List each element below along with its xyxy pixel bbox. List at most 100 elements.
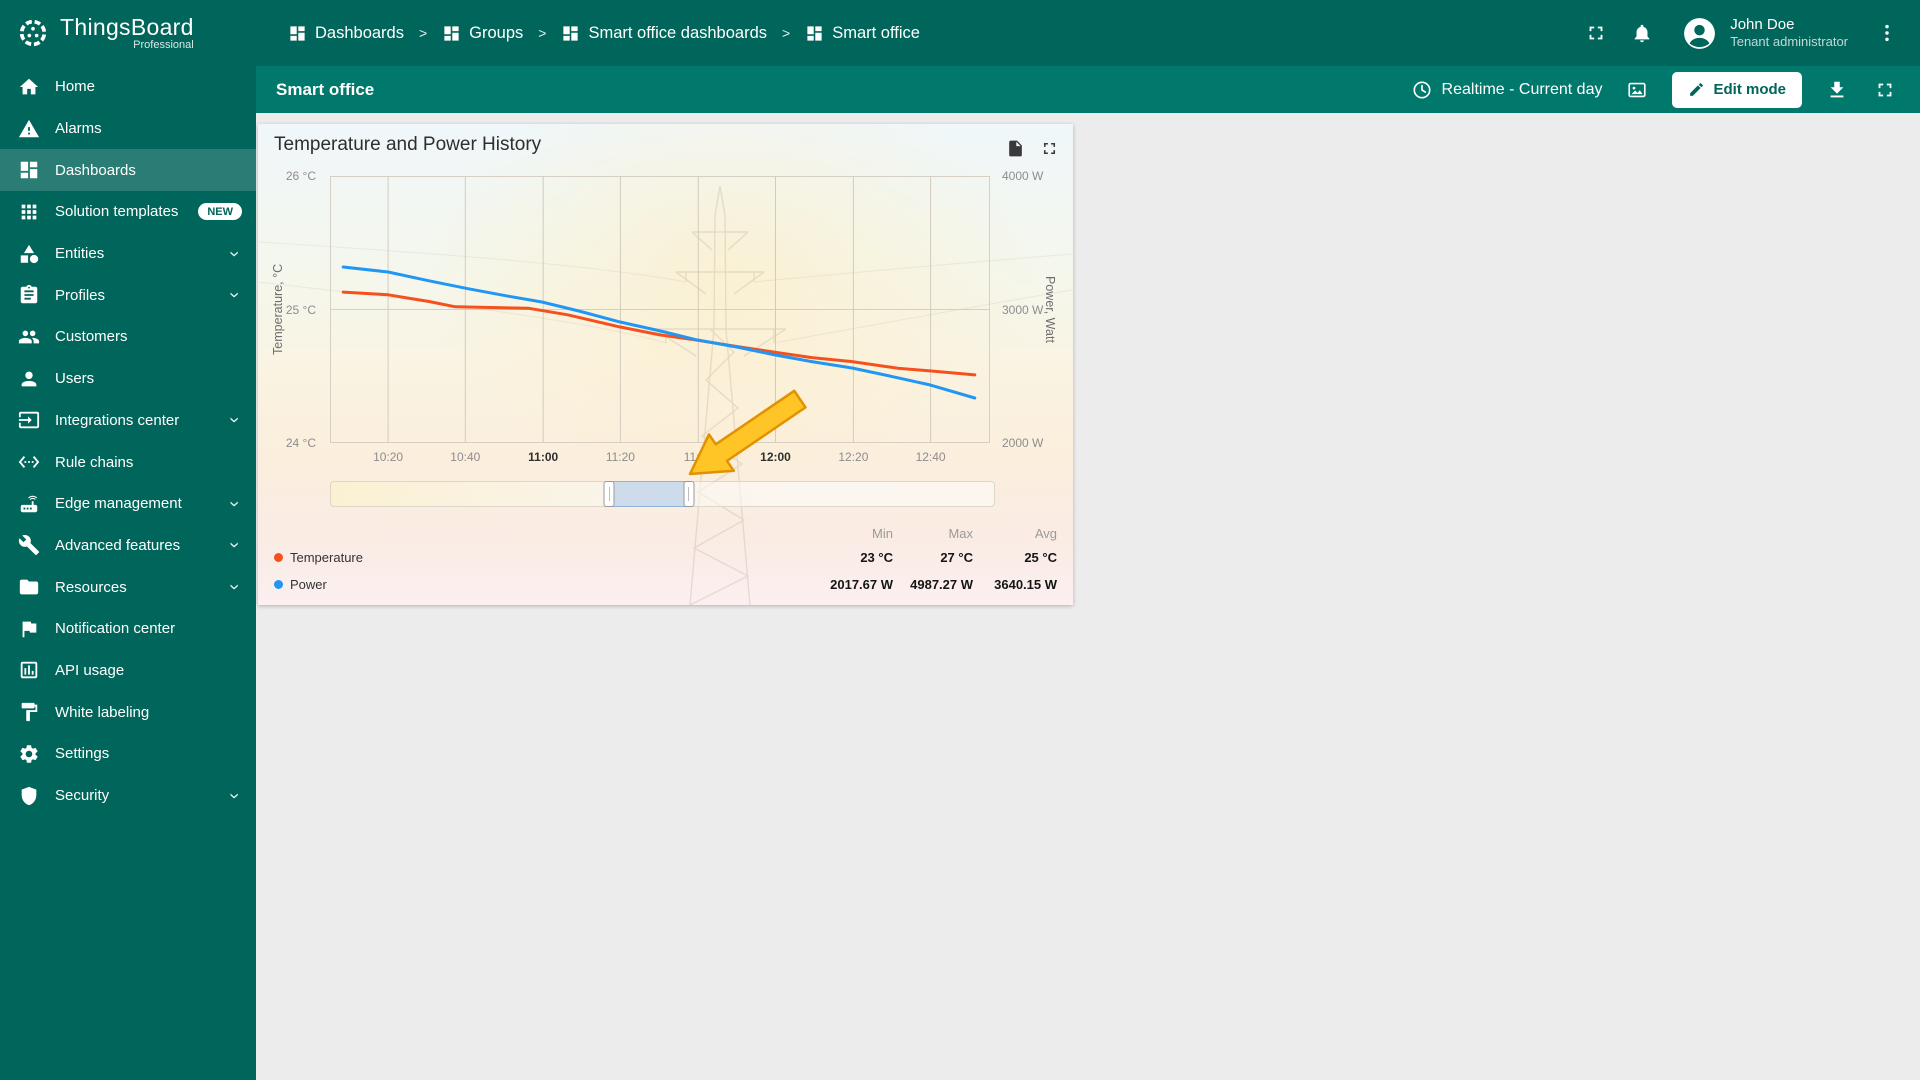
- y-tick-label: 2000 W: [1002, 436, 1044, 450]
- widget-export-button[interactable]: [1006, 139, 1025, 158]
- dashboards-icon: [290, 25, 305, 41]
- notifications-button[interactable]: [1629, 20, 1655, 46]
- chevron-down-icon: ›: [225, 542, 245, 549]
- user-menu[interactable]: John Doe Tenant administrator: [1681, 15, 1848, 52]
- slider-handle-left[interactable]: [603, 481, 615, 507]
- stats-header-min: Min: [872, 525, 893, 541]
- chevron-down-icon: ›: [225, 250, 245, 257]
- app-edition: Professional: [133, 39, 194, 52]
- solution-templates-icon: [21, 204, 37, 220]
- download-button[interactable]: [1824, 77, 1850, 103]
- y-axis-right-title: Power, Watt: [1043, 276, 1057, 343]
- notification-center-icon: [22, 621, 37, 638]
- y-tick-label: 24 °C: [285, 436, 316, 450]
- sidebar-item-users[interactable]: Users: [0, 358, 256, 400]
- x-tick-label: 10:40: [450, 450, 481, 464]
- users-icon: [21, 371, 37, 386]
- x-tick-label: 12:00: [760, 450, 791, 464]
- chart-plot-area: 10:20 10:40 11:00 11:20 11:40 12:00 12:20 12:40: [330, 176, 990, 464]
- chevron-down-icon: ›: [225, 500, 245, 507]
- legend-item-temperature[interactable]: Temperature: [274, 550, 781, 565]
- integrations-icon: [18, 412, 40, 429]
- chevron-down-icon: ›: [225, 792, 245, 799]
- timewindow-button[interactable]: Realtime - Current day: [1411, 79, 1602, 101]
- more-menu-button[interactable]: [1874, 20, 1900, 46]
- sidebar-item-label: API usage: [55, 661, 125, 679]
- sidebar-item-dashboards[interactable]: Dashboards: [0, 149, 256, 192]
- customers-icon: [18, 330, 40, 344]
- sidebar-item-label: Edge management: [55, 495, 182, 513]
- home-icon: [19, 78, 39, 95]
- breadcrumb-item-smart-office-dashboards[interactable]: Smart office dashboards: [561, 24, 767, 43]
- sidebar-item-edge-management[interactable]: Edge management ›: [0, 483, 256, 525]
- legend-row-power: Power 2017.67 W 4987.27 W 3640.15 W: [274, 571, 1057, 598]
- stat-avg: 3640.15 W: [994, 577, 1057, 592]
- toolbar-actions: Realtime - Current day Edit mode: [1411, 71, 1898, 108]
- time-range-slider[interactable]: [330, 481, 995, 507]
- sidebar-item-solution-templates[interactable]: Solution templates NEW: [0, 191, 256, 233]
- stats-header-avg: Avg: [1034, 525, 1057, 541]
- breadcrumb-separator: >: [418, 25, 428, 41]
- breadcrumb-separator: >: [782, 25, 791, 41]
- alarms-icon: [18, 119, 40, 137]
- fullscreen-icon: [1589, 26, 1603, 40]
- chevron-down-icon: ›: [225, 292, 245, 299]
- sidebar-item-profiles[interactable]: Profiles ›: [0, 274, 256, 316]
- sidebar-item-white-labeling[interactable]: White labeling: [0, 691, 256, 733]
- api-usage-icon: [20, 662, 38, 679]
- slider-selection[interactable]: [603, 481, 695, 507]
- breadcrumb-item-groups[interactable]: Groups: [442, 24, 523, 43]
- screenshot-button[interactable]: [1624, 77, 1650, 103]
- sidebar-item-integrations-center[interactable]: Integrations center ›: [0, 400, 256, 442]
- app-logo[interactable]: ThingsBoard Professional: [0, 0, 256, 66]
- edit-mode-button[interactable]: Edit mode: [1672, 71, 1802, 108]
- edit-mode-label: Edit mode: [1713, 81, 1786, 98]
- download-icon: [1830, 81, 1844, 97]
- sidebar-item-home[interactable]: Home: [0, 66, 256, 108]
- stat-min: 23 °C: [860, 550, 893, 565]
- toolbar-fullscreen-button[interactable]: [1872, 77, 1898, 103]
- x-tick-label: 11:00: [528, 450, 559, 464]
- sidebar-item-label: Entities: [55, 245, 105, 263]
- y-tick-label: 26 °C: [285, 169, 316, 183]
- widget-actions: [1006, 139, 1059, 158]
- sidebar-item-rule-chains[interactable]: Rule chains: [0, 441, 256, 483]
- sidebar-item-entities[interactable]: Entities ›: [0, 233, 256, 275]
- fullscreen-toggle-button[interactable]: [1583, 20, 1609, 46]
- sidebar-item-label: Resources: [55, 578, 127, 596]
- sidebar-item-resources[interactable]: Resources ›: [0, 566, 256, 608]
- sidebar-item-label: Profiles: [55, 286, 106, 304]
- security-icon: [21, 786, 37, 805]
- sidebar-item-security[interactable]: Security ›: [0, 775, 256, 817]
- sidebar-item-label: Home: [55, 78, 96, 96]
- slider-handle-right[interactable]: [683, 481, 695, 507]
- legend-item-power[interactable]: Power: [274, 577, 781, 592]
- breadcrumb-item-dashboards[interactable]: Dashboards: [288, 24, 404, 43]
- sidebar-item-label: Settings: [55, 745, 110, 763]
- profiles-icon: [20, 285, 38, 304]
- fullscreen-icon: [1878, 83, 1892, 96]
- sidebar-item-label: Dashboards: [55, 161, 136, 179]
- main-column: Dashboards > Groups > Smart office dashboard…: [256, 0, 1920, 1080]
- dashboard-title: Smart office: [276, 79, 375, 99]
- settings-icon: [20, 745, 38, 763]
- sidebar-item-api-usage[interactable]: API usage: [0, 650, 256, 692]
- new-badge: NEW: [198, 203, 242, 221]
- sidebar-item-label: Solution templates: [55, 203, 179, 221]
- sidebar-item-settings[interactable]: Settings: [0, 733, 256, 775]
- user-name: John Doe: [1730, 15, 1795, 33]
- sidebar-item-alarms[interactable]: Alarms: [0, 108, 256, 150]
- x-tick-label: 11:20: [605, 450, 635, 464]
- user-role: Tenant administrator: [1730, 34, 1848, 50]
- breadcrumb-item-smart-office[interactable]: Smart office: [805, 24, 920, 43]
- chart-plot[interactable]: [330, 176, 990, 443]
- series-label: Temperature: [290, 550, 363, 565]
- widget-fullscreen-button[interactable]: [1040, 139, 1059, 158]
- stats-header-row: Min Max Avg: [274, 522, 1057, 544]
- pencil-icon: [1690, 83, 1704, 96]
- edge-management-icon: [20, 495, 38, 512]
- sidebar-item-advanced-features[interactable]: Advanced features ›: [0, 525, 256, 567]
- vertical-dots-icon: [1885, 24, 1889, 42]
- sidebar-item-customers[interactable]: Customers: [0, 316, 256, 358]
- sidebar-item-notification-center[interactable]: Notification center: [0, 608, 256, 650]
